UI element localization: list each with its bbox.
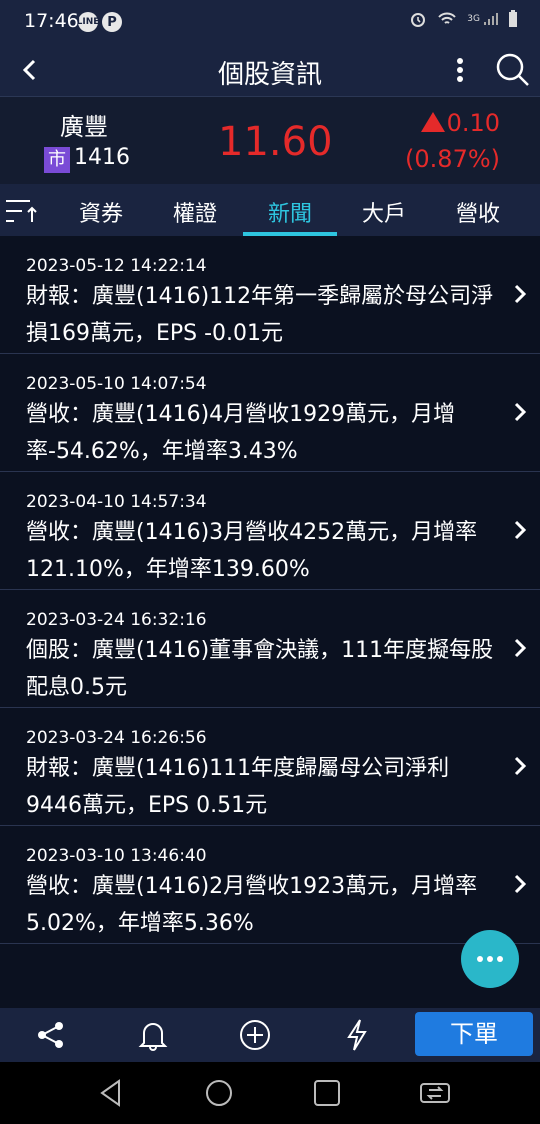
news-date: 2023-03-24 16:32:16: [26, 610, 207, 630]
up-triangle-icon: [420, 112, 445, 132]
stock-price: 11.60: [218, 119, 333, 165]
price-change-value: 0.10: [446, 109, 500, 137]
price-change-pct: (0.87%): [405, 145, 500, 173]
news-date: 2023-03-10 13:46:40: [26, 846, 207, 866]
chevron-right-icon: [514, 284, 527, 304]
network-type: 3G: [467, 14, 480, 24]
app-bar: 個股資訊: [0, 44, 540, 96]
more-dots-icon: [477, 956, 503, 962]
add-circle-icon[interactable]: [238, 1018, 272, 1052]
sort-icon[interactable]: [4, 196, 38, 226]
news-title: 財報：廣豐(1416)111年度歸屬母公司淨利9446萬元，EPS 0.51元: [26, 756, 450, 818]
flash-icon[interactable]: [340, 1018, 374, 1052]
price-change: 0.10: [420, 109, 500, 137]
bottom-toolbar: 下單: [0, 1008, 540, 1062]
news-title: 財報：廣豐(1416)112年第一季歸屬於母公司淨損169萬元，EPS -0.0…: [26, 284, 494, 346]
chevron-right-icon: [514, 874, 527, 894]
news-item[interactable]: 2023-03-10 13:46:40 營收：廣豐(1416)2月營收1923萬…: [0, 826, 540, 944]
alarm-icon: [411, 13, 426, 27]
news-item[interactable]: 2023-03-24 16:32:16 個股：廣豐(1416)董事會決議，111…: [0, 590, 540, 708]
home-nav-icon[interactable]: [202, 1076, 236, 1110]
tab-bar: 資券 權證 新聞 大戶 營收: [0, 184, 540, 236]
back-nav-icon[interactable]: [94, 1076, 128, 1110]
more-vert-icon[interactable]: [448, 52, 472, 88]
news-item[interactable]: 2023-03-24 16:26:56 財報：廣豐(1416)111年度歸屬母公…: [0, 708, 540, 826]
tab-revenue[interactable]: 營收: [431, 196, 525, 228]
order-button[interactable]: 下單: [415, 1012, 533, 1056]
news-list: 2023-05-12 14:22:14 財報：廣豐(1416)112年第一季歸屬…: [0, 236, 540, 944]
news-title: 營收：廣豐(1416)4月營收1929萬元，月增率-54.62%，年增率3.43…: [26, 402, 456, 464]
chevron-right-icon: [514, 756, 527, 776]
news-item[interactable]: 2023-04-10 14:57:34 營收：廣豐(1416)3月營收4252萬…: [0, 472, 540, 590]
news-title: 個股：廣豐(1416)董事會決議，111年度擬每股配息0.5元: [26, 638, 494, 700]
news-date: 2023-05-10 14:07:54: [26, 374, 207, 394]
recents-nav-icon[interactable]: [310, 1076, 344, 1110]
tab-margin[interactable]: 資券: [54, 196, 148, 228]
status-bar: 17:46 LINE P 3G: [0, 0, 540, 44]
switch-app-icon[interactable]: [418, 1076, 452, 1110]
share-icon[interactable]: [34, 1018, 68, 1052]
chevron-right-icon: [514, 638, 527, 658]
line-icon: LINE: [77, 12, 99, 32]
quote-panel: 廣豐 市 1416 11.60 0.10 (0.87%): [0, 96, 540, 185]
more-dots-fab[interactable]: [461, 930, 519, 988]
wifi-icon: [438, 12, 457, 24]
news-title: 營收：廣豐(1416)3月營收4252萬元，月增率121.10%，年增率139.…: [26, 520, 478, 582]
stock-code: 1416: [74, 145, 130, 170]
parking-icon: P: [102, 12, 122, 32]
news-date: 2023-05-12 14:22:14: [26, 256, 207, 276]
search-icon[interactable]: [492, 50, 532, 90]
status-time: 17:46: [24, 10, 79, 32]
news-title: 營收：廣豐(1416)2月營收1923萬元，月增率5.02%，年增率5.36%: [26, 874, 478, 936]
tab-warrants[interactable]: 權證: [148, 196, 242, 228]
tab-news[interactable]: 新聞: [243, 196, 337, 228]
tab-major-holders[interactable]: 大戶: [337, 196, 431, 228]
market-badge: 市: [44, 147, 70, 173]
news-item[interactable]: 2023-05-12 14:22:14 財報：廣豐(1416)112年第一季歸屬…: [0, 236, 540, 354]
battery-icon: [509, 10, 517, 27]
chevron-right-icon: [514, 402, 527, 422]
chevron-right-icon: [514, 520, 527, 540]
news-date: 2023-03-24 16:26:56: [26, 728, 207, 748]
stock-name: 廣豐: [60, 113, 108, 141]
news-item[interactable]: 2023-05-10 14:07:54 營收：廣豐(1416)4月營收1929萬…: [0, 354, 540, 472]
bell-icon[interactable]: [136, 1018, 170, 1052]
android-nav-bar: [0, 1062, 540, 1124]
news-date: 2023-04-10 14:57:34: [26, 492, 207, 512]
signal-icon: [484, 13, 498, 25]
